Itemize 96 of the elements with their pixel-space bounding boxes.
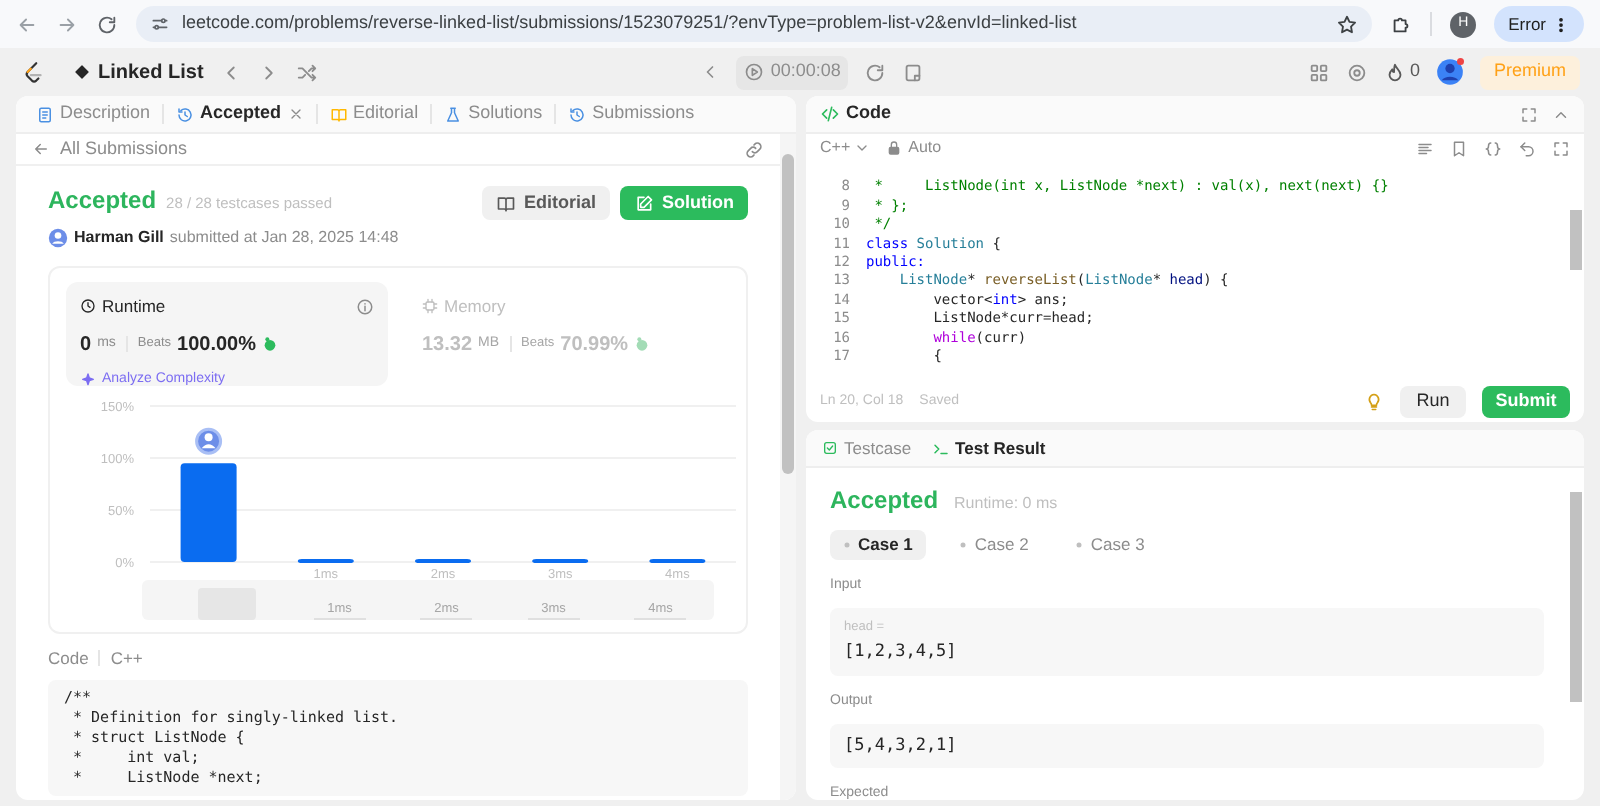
expand-icon[interactable] (1552, 139, 1570, 157)
dot-icon (960, 542, 967, 548)
chart-bar (415, 558, 471, 563)
back-icon[interactable] (16, 13, 38, 35)
code-icon (820, 104, 840, 124)
reload-icon[interactable] (96, 13, 118, 35)
metric-label: Runtime (102, 294, 166, 320)
editorial-button[interactable]: Editorial (481, 186, 610, 220)
result-tab[interactable]: Testcase (822, 435, 912, 461)
flask-icon (444, 105, 463, 123)
address-bar[interactable]: leetcode.com/problems/reverse-linked-list/submissions/1523079251/?envType=problem-list-v2&envId=linked-list (136, 6, 1373, 42)
caret-icon (854, 140, 871, 156)
lightbulb-icon[interactable] (1364, 392, 1384, 412)
submitted-time: submitted at Jan 28, 2025 14:48 (169, 226, 399, 250)
terminal-icon (931, 439, 950, 457)
streak-counter[interactable]: 0 (1383, 58, 1420, 86)
book-icon (329, 105, 348, 123)
clock-icon (80, 298, 96, 315)
result-tab[interactable]: Test Result (931, 435, 1046, 461)
dot-icon (1076, 542, 1083, 548)
submit-button[interactable]: Submit (1482, 386, 1570, 418)
close-icon[interactable] (287, 106, 304, 122)
panel-tab[interactable]: Editorial (321, 97, 427, 131)
shuffle-icon[interactable] (295, 61, 318, 83)
dot-icon (844, 542, 850, 548)
panel-tab[interactable]: Description (28, 97, 159, 131)
case-tab[interactable]: Case 2 (946, 530, 1043, 560)
badge-icon (262, 336, 279, 353)
list-icon (74, 64, 90, 80)
beats-percent: 70.99% (560, 331, 629, 360)
url-text: leetcode.com/problems/reverse-linked-list/submissions/1523079251/?envType=problem-list-v2&envId=linked-list (182, 10, 1079, 37)
problem-list-link[interactable]: Linked List (74, 57, 204, 87)
undo-icon[interactable] (1518, 139, 1536, 157)
site-settings-icon[interactable] (150, 14, 170, 34)
sparkle-icon (80, 372, 96, 388)
result-status: Accepted (830, 484, 939, 518)
beats-percent: 100.00% (177, 331, 257, 360)
format-icon[interactable] (1416, 139, 1434, 157)
user-avatar-icon[interactable] (1435, 58, 1464, 86)
book-icon (495, 193, 516, 213)
metric-label: Memory (444, 294, 506, 320)
logo-icon[interactable] (20, 59, 46, 85)
all-submissions-link[interactable]: All Submissions (32, 135, 188, 163)
reset-icon[interactable] (864, 61, 887, 83)
chart-bar (180, 463, 237, 562)
runtime-text: Runtime: 0 ms (954, 492, 1058, 516)
panel-tab[interactable]: Solutions (436, 97, 551, 131)
auto-mode-toggle[interactable]: Auto (886, 136, 942, 160)
settings-icon[interactable] (1345, 61, 1368, 83)
timer-button[interactable]: 00:00:08 (736, 55, 849, 89)
notes-icon[interactable] (902, 61, 925, 83)
code-tab[interactable]: Code (820, 100, 891, 128)
link-icon[interactable] (744, 139, 764, 159)
metric-value: 0 (80, 331, 92, 360)
status-text: Accepted (48, 184, 157, 218)
chart-bar (532, 558, 589, 563)
case-tab[interactable]: Case 1 (830, 530, 927, 560)
range-handle[interactable] (198, 588, 256, 620)
panel-tab[interactable]: Accepted (168, 97, 312, 131)
scrollbar[interactable] (780, 134, 796, 800)
author-name[interactable]: Harman Gill (74, 226, 164, 250)
info-icon[interactable] (356, 297, 374, 316)
language-dropdown[interactable]: C++ (820, 136, 871, 160)
edit-icon (634, 193, 654, 213)
solution-button[interactable]: Solution (620, 186, 748, 220)
case-tab[interactable]: Case 3 (1062, 530, 1159, 560)
value-text: [5,4,3,2,1] (844, 733, 959, 759)
bookmark-icon[interactable] (1450, 139, 1468, 157)
panel-tab[interactable]: Submissions (560, 97, 703, 131)
checkbox-icon (822, 440, 838, 456)
author-avatar-icon (48, 228, 68, 248)
document-icon (36, 105, 54, 123)
braces-icon[interactable] (1484, 139, 1502, 157)
code-label: Code (48, 646, 89, 672)
error-button[interactable]: Error (1494, 6, 1584, 42)
history-icon (176, 105, 195, 123)
chip-icon (422, 298, 438, 315)
lock-icon (886, 140, 903, 156)
fullscreen-icon[interactable] (1520, 105, 1538, 123)
play-icon (744, 62, 765, 82)
language-label: C++ (110, 646, 143, 672)
user-marker-icon (195, 427, 223, 455)
metric-value: 13.32 (422, 331, 473, 360)
premium-button[interactable]: Premium (1479, 55, 1580, 89)
back-arrow-icon (32, 140, 50, 158)
chart-bar (649, 558, 706, 563)
layout-icon[interactable] (1307, 61, 1330, 83)
chart-bar (297, 558, 354, 563)
flame-icon (1383, 61, 1406, 83)
extensions-icon[interactable] (1390, 13, 1413, 35)
bookmark-star-icon[interactable] (1336, 13, 1359, 35)
forward-icon[interactable] (56, 13, 78, 35)
history-icon (568, 105, 587, 123)
run-button[interactable]: Run (1400, 386, 1466, 418)
badge-icon (634, 336, 651, 353)
value-text: [1,2,3,4,5] (844, 640, 959, 666)
